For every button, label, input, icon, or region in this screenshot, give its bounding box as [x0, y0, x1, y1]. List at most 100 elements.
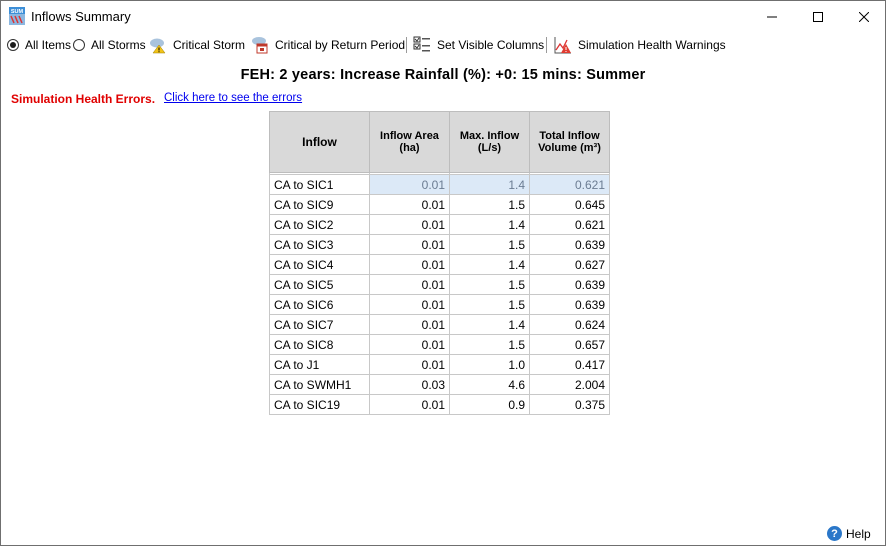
- cell-inflow-area[interactable]: 0.01: [369, 174, 450, 195]
- table-row[interactable]: CA to SWMH1 0.03 4.6 2.004: [269, 374, 610, 395]
- table-row[interactable]: CA to J1 0.01 1.0 0.417: [269, 354, 610, 375]
- cell-max-inflow[interactable]: 0.9: [449, 394, 530, 415]
- cell-max-inflow[interactable]: 1.5: [449, 194, 530, 215]
- cell-max-inflow[interactable]: 1.5: [449, 334, 530, 355]
- close-button[interactable]: [841, 1, 886, 32]
- simulation-health-errors-label: Simulation Health Errors.: [11, 92, 156, 106]
- see-errors-link[interactable]: Click here to see the errors: [164, 92, 302, 104]
- set-visible-columns-button[interactable]: Set Visible Columns: [413, 34, 544, 56]
- table-row[interactable]: CA to SIC2 0.01 1.4 0.621: [269, 214, 610, 235]
- cell-max-inflow[interactable]: 1.5: [449, 294, 530, 315]
- table-row[interactable]: CA to SIC19 0.01 0.9 0.375: [269, 394, 610, 415]
- help-label: Help: [846, 526, 871, 541]
- cell-total-volume[interactable]: 0.639: [529, 274, 610, 295]
- toolbar: All Items All Storms Critical Storm Crit…: [1, 34, 885, 56]
- set-visible-columns-label: Set Visible Columns: [437, 38, 545, 52]
- cell-max-inflow[interactable]: 1.5: [449, 234, 530, 255]
- cell-inflow-name[interactable]: CA to SIC5: [269, 274, 370, 295]
- close-icon: [859, 11, 869, 22]
- cell-inflow-area[interactable]: 0.01: [369, 294, 450, 315]
- cell-inflow-name[interactable]: CA to SIC8: [269, 334, 370, 355]
- cell-inflow-area[interactable]: 0.01: [369, 394, 450, 415]
- title-bar: SUM Inflows Summary: [1, 1, 885, 32]
- cell-max-inflow[interactable]: 1.4: [449, 314, 530, 335]
- cell-inflow-area[interactable]: 0.01: [369, 334, 450, 355]
- all-items-label: All Items: [25, 38, 72, 52]
- simulation-health-warnings-label: Simulation Health Warnings: [578, 38, 726, 52]
- column-checklist-icon: [413, 36, 430, 52]
- table-row[interactable]: CA to SIC1 0.01 1.4 0.621: [269, 174, 610, 195]
- cell-inflow-name[interactable]: CA to SWMH1: [269, 374, 370, 395]
- toolbar-separator: [406, 37, 407, 53]
- window-title: Inflows Summary: [31, 9, 131, 24]
- cell-total-volume[interactable]: 0.417: [529, 354, 610, 375]
- cell-total-volume[interactable]: 0.624: [529, 314, 610, 335]
- column-header-max-inflow[interactable]: Max. Inflow (L/s): [449, 111, 530, 173]
- cell-inflow-area[interactable]: 0.01: [369, 194, 450, 215]
- cell-inflow-area[interactable]: 0.01: [369, 314, 450, 335]
- critical-return-period-label: Critical by Return Period: [275, 38, 406, 52]
- cell-total-volume[interactable]: 0.657: [529, 334, 610, 355]
- table-row[interactable]: CA to SIC5 0.01 1.5 0.639: [269, 274, 610, 295]
- cell-total-volume[interactable]: 0.639: [529, 234, 610, 255]
- maximize-button[interactable]: [795, 1, 841, 32]
- column-header-total-inflow-volume[interactable]: Total Inflow Volume (m³): [529, 111, 610, 173]
- cell-inflow-area[interactable]: 0.03: [369, 374, 450, 395]
- radio-checked-icon: [7, 39, 19, 51]
- column-header-inflow[interactable]: Inflow: [269, 111, 370, 173]
- all-items-radio[interactable]: All Items: [7, 34, 71, 56]
- cell-inflow-name[interactable]: CA to SIC7: [269, 314, 370, 335]
- table-row[interactable]: CA to SIC3 0.01 1.5 0.639: [269, 234, 610, 255]
- cell-max-inflow[interactable]: 1.0: [449, 354, 530, 375]
- cell-inflow-name[interactable]: CA to SIC3: [269, 234, 370, 255]
- critical-return-period-button[interactable]: Critical by Return Period: [251, 34, 405, 56]
- table-row[interactable]: CA to SIC9 0.01 1.5 0.645: [269, 194, 610, 215]
- critical-storm-button[interactable]: Critical Storm: [149, 34, 245, 56]
- maximize-icon: [813, 11, 823, 22]
- storm-cloud-warning-icon: [150, 38, 166, 54]
- cell-max-inflow[interactable]: 1.4: [449, 174, 530, 195]
- minimize-icon: [767, 16, 777, 17]
- cell-total-volume[interactable]: 0.621: [529, 214, 610, 235]
- cell-inflow-area[interactable]: 0.01: [369, 274, 450, 295]
- column-header-inflow-area[interactable]: Inflow Area (ha): [369, 111, 450, 173]
- cell-inflow-area[interactable]: 0.01: [369, 354, 450, 375]
- cell-inflow-name[interactable]: CA to J1: [269, 354, 370, 375]
- app-icon: SUM: [9, 7, 25, 25]
- cell-max-inflow[interactable]: 4.6: [449, 374, 530, 395]
- cell-inflow-area[interactable]: 0.01: [369, 234, 450, 255]
- cell-inflow-name[interactable]: CA to SIC2: [269, 214, 370, 235]
- radio-unchecked-icon: [73, 39, 85, 51]
- all-storms-radio[interactable]: All Storms: [73, 34, 146, 56]
- cell-inflow-name[interactable]: CA to SIC19: [269, 394, 370, 415]
- simulation-health-warnings-button[interactable]: Simulation Health Warnings: [554, 34, 726, 56]
- cell-max-inflow[interactable]: 1.5: [449, 274, 530, 295]
- inflows-summary-window: SUM Inflows Summary All Items All Storms: [0, 0, 886, 546]
- inflows-table: Inflow Inflow Area (ha) Max. Inflow (L/s) …: [269, 111, 610, 415]
- help-button[interactable]: ? Help: [827, 526, 871, 541]
- cell-total-volume[interactable]: 0.645: [529, 194, 610, 215]
- cell-max-inflow[interactable]: 1.4: [449, 214, 530, 235]
- table-row[interactable]: CA to SIC8 0.01 1.5 0.657: [269, 334, 610, 355]
- table-header-row: Inflow Inflow Area (ha) Max. Inflow (L/s) …: [269, 111, 610, 173]
- cell-max-inflow[interactable]: 1.4: [449, 254, 530, 275]
- cell-inflow-area[interactable]: 0.01: [369, 214, 450, 235]
- minimize-button[interactable]: [749, 1, 795, 32]
- all-storms-label: All Storms: [91, 38, 146, 52]
- cell-total-volume[interactable]: 0.621: [529, 174, 610, 195]
- toolbar-separator: [546, 37, 547, 53]
- cell-total-volume[interactable]: 0.627: [529, 254, 610, 275]
- results-heading: FEH: 2 years: Increase Rainfall (%): +0:…: [240, 67, 646, 83]
- cell-total-volume[interactable]: 0.639: [529, 294, 610, 315]
- cell-total-volume[interactable]: 2.004: [529, 374, 610, 395]
- cell-inflow-area[interactable]: 0.01: [369, 254, 450, 275]
- table-row[interactable]: CA to SIC4 0.01 1.4 0.627: [269, 254, 610, 275]
- help-icon: ?: [827, 526, 842, 541]
- cell-inflow-name[interactable]: CA to SIC1: [269, 174, 370, 195]
- table-row[interactable]: CA to SIC6 0.01 1.5 0.639: [269, 294, 610, 315]
- cell-inflow-name[interactable]: CA to SIC6: [269, 294, 370, 315]
- table-row[interactable]: CA to SIC7 0.01 1.4 0.624: [269, 314, 610, 335]
- cell-total-volume[interactable]: 0.375: [529, 394, 610, 415]
- cell-inflow-name[interactable]: CA to SIC4: [269, 254, 370, 275]
- cell-inflow-name[interactable]: CA to SIC9: [269, 194, 370, 215]
